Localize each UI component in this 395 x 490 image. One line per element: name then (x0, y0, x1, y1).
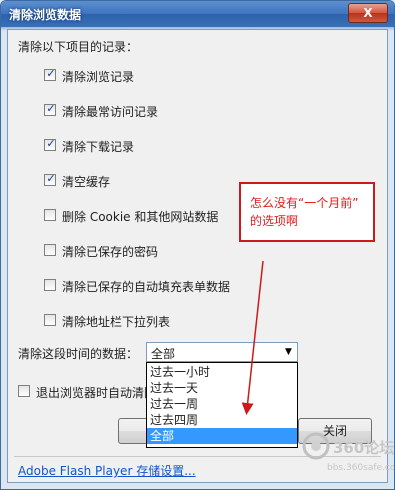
watermark-name: 360论坛 (333, 439, 395, 457)
clear-browsing-data-dialog: 清除浏览数据 X 清除以下项目的记录： ✓ 清除浏览记录 ✓ 清除最常访问记录 … (0, 0, 395, 490)
forum-watermark: 360论坛 bbs.360safe.com (301, 427, 395, 487)
annotation-arrow (241, 260, 264, 415)
watermark-logo-icon (302, 432, 330, 460)
watermark-url: bbs.360safe.com (327, 463, 395, 473)
